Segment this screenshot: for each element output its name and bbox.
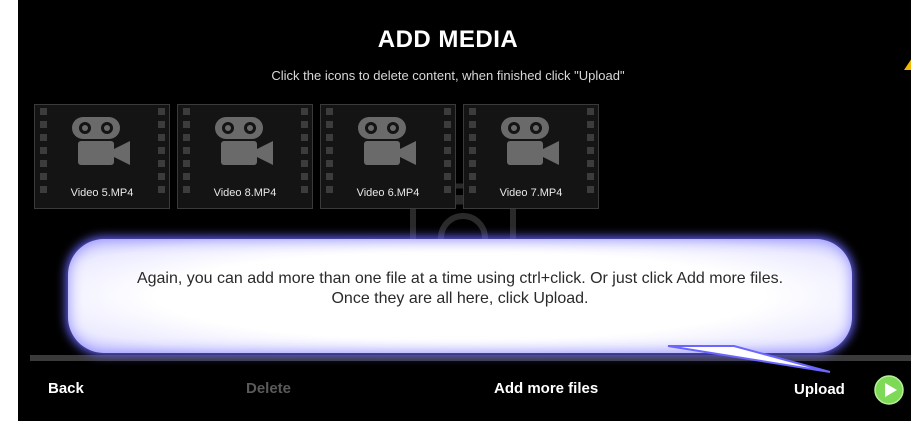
video-camera-icon bbox=[358, 117, 416, 165]
media-tile[interactable]: Video 7.MP4 bbox=[463, 104, 599, 209]
add-media-panel: ADD MEDIA Click the icons to delete cont… bbox=[18, 0, 911, 421]
video-camera-icon bbox=[72, 117, 130, 165]
delete-button[interactable]: Delete bbox=[246, 380, 291, 397]
play-arrow-icon[interactable] bbox=[874, 375, 904, 405]
callout-text: Again, you can add more than one file at… bbox=[136, 270, 784, 307]
toolbar-divider bbox=[30, 355, 911, 361]
upload-button[interactable]: Upload bbox=[794, 381, 845, 398]
media-tile[interactable]: Video 8.MP4 bbox=[177, 104, 313, 209]
media-tile-label: Video 7.MP4 bbox=[499, 187, 563, 199]
media-tile[interactable]: Video 6.MP4 bbox=[320, 104, 456, 209]
page-subtitle: Click the icons to delete content, when … bbox=[271, 68, 625, 83]
add-more-files-button[interactable]: Add more files bbox=[494, 380, 598, 397]
media-tile-label: Video 5.MP4 bbox=[70, 187, 134, 199]
video-camera-icon bbox=[501, 117, 559, 165]
media-tile-label: Video 8.MP4 bbox=[213, 187, 277, 199]
media-tile-label: Video 6.MP4 bbox=[356, 187, 420, 199]
media-tile[interactable]: Video 5.MP4 bbox=[34, 104, 170, 209]
arrow-icon bbox=[904, 59, 911, 70]
back-button[interactable]: Back bbox=[48, 380, 84, 397]
page-title: ADD MEDIA bbox=[377, 26, 519, 53]
tutorial-callout: Again, you can add more than one file at… bbox=[68, 239, 852, 353]
video-camera-icon bbox=[215, 117, 273, 165]
